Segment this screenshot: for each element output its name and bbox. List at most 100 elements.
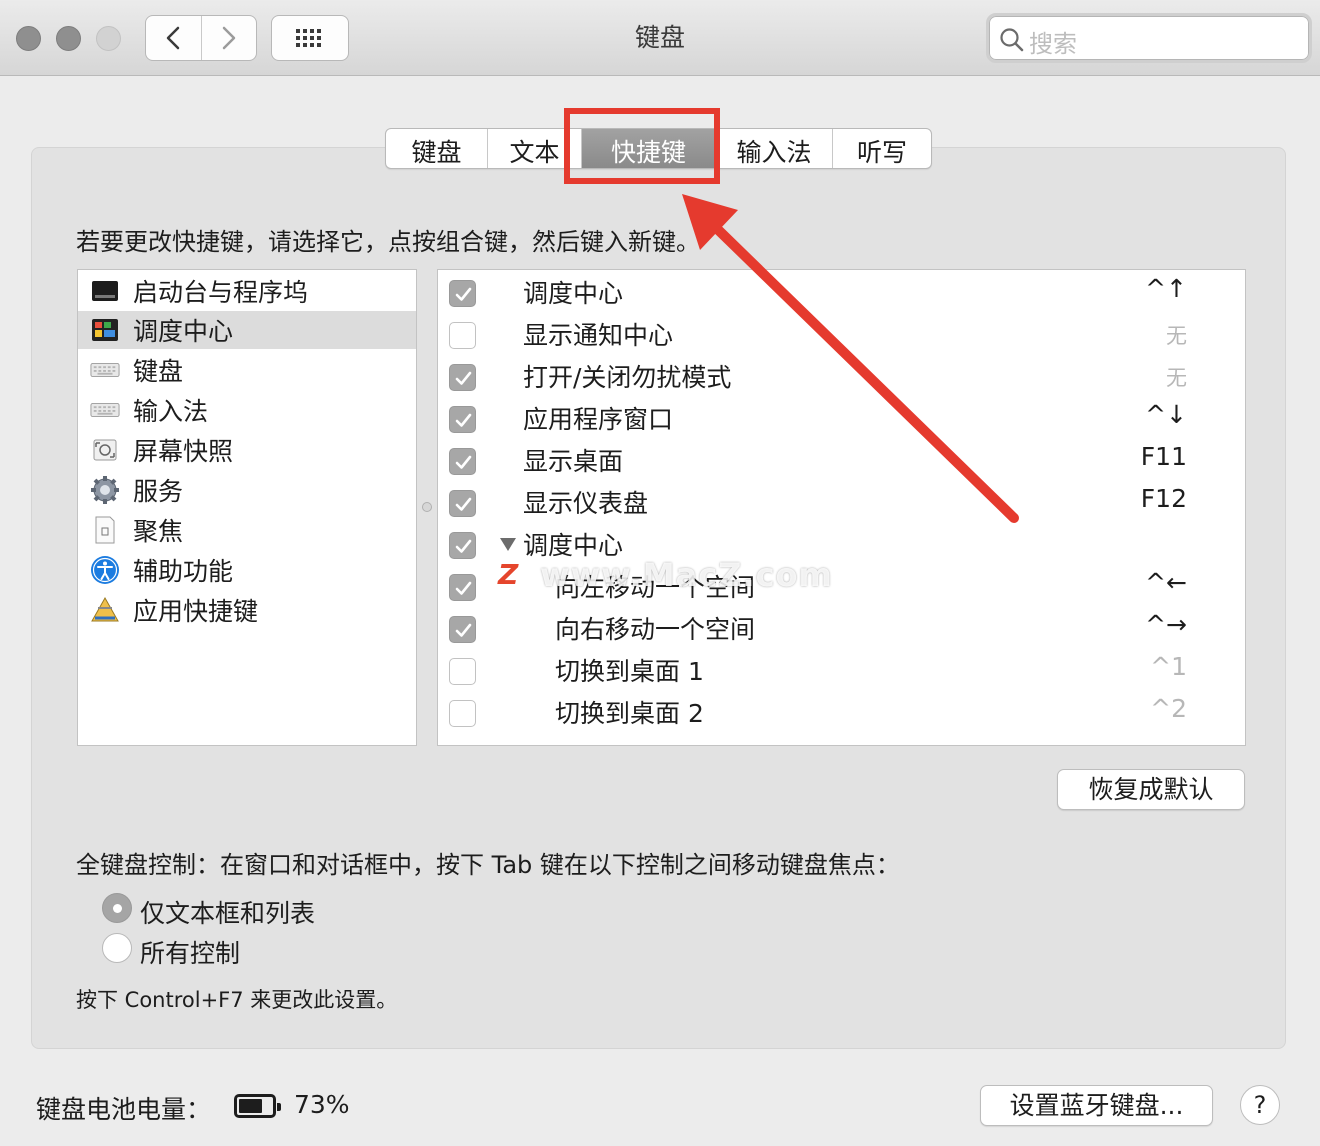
split-view-handle[interactable] xyxy=(422,502,432,512)
category-list[interactable]: 启动台与程序坞 调度中心 键盘 输入法 屏幕快照 服务 聚焦 辅助功能 应用快捷… xyxy=(77,269,417,746)
search-placeholder: 搜索 xyxy=(1029,30,1077,58)
category-item-input-sources[interactable]: 输入法 xyxy=(78,391,416,429)
shortcut-checkbox[interactable] xyxy=(449,448,476,475)
checkmark-icon xyxy=(455,497,472,511)
show-all-button[interactable] xyxy=(271,15,349,61)
navigation-buttons xyxy=(145,15,257,61)
keyboard-icon xyxy=(90,355,120,385)
checkmark-icon xyxy=(455,287,472,301)
shortcut-row[interactable]: 打开/关闭勿扰模式 无 xyxy=(438,354,1245,396)
instruction-text: 若要更改快捷键，请选择它，点按组合键，然后键入新键。 xyxy=(76,228,700,256)
shortcut-label: 调度中心 xyxy=(523,279,624,308)
checkmark-icon xyxy=(455,581,472,595)
title-bar: 键盘 搜索 xyxy=(0,0,1320,76)
shortcut-row[interactable]: 向右移动一个空间 ^→ xyxy=(438,606,1245,648)
shortcut-row[interactable]: 显示通知中心 无 xyxy=(438,312,1245,354)
battery-nub xyxy=(277,1103,281,1111)
shortcut-key[interactable]: ^→ xyxy=(1145,610,1187,639)
shortcut-checkbox[interactable] xyxy=(449,322,476,349)
radio-all-controls[interactable] xyxy=(102,933,132,963)
input-method-icon xyxy=(90,395,120,425)
category-label: 键盘 xyxy=(133,357,184,386)
shortcut-label: 显示通知中心 xyxy=(523,321,674,350)
accessibility-icon xyxy=(90,555,120,585)
shortcut-checkbox[interactable] xyxy=(449,616,476,643)
shortcut-label: 切换到桌面 2 xyxy=(555,699,704,728)
category-item-keyboard[interactable]: 键盘 xyxy=(78,351,416,389)
shortcut-row[interactable]: 切换到桌面 2 ^2 xyxy=(438,690,1245,732)
shortcut-key[interactable]: ^1 xyxy=(1150,652,1187,681)
shortcut-label: 应用程序窗口 xyxy=(523,405,674,434)
shortcut-key[interactable]: F11 xyxy=(1141,442,1187,471)
shortcut-label: 打开/关闭勿扰模式 xyxy=(523,363,732,392)
category-item-screenshots[interactable]: 屏幕快照 xyxy=(78,431,416,469)
shortcut-label: 显示仪表盘 xyxy=(523,489,649,518)
shortcut-label: 显示桌面 xyxy=(523,447,624,476)
category-item-services[interactable]: 服务 xyxy=(78,471,416,509)
search-field[interactable]: 搜索 xyxy=(986,13,1312,63)
battery-icon xyxy=(234,1094,281,1118)
spotlight-icon xyxy=(90,515,120,545)
shortcut-key[interactable]: 无 xyxy=(1166,320,1187,350)
tab-input-sources[interactable]: 输入法 xyxy=(715,129,832,168)
setup-bluetooth-keyboard-button[interactable]: 设置蓝牙键盘... xyxy=(980,1085,1213,1126)
minimize-window-button[interactable] xyxy=(56,26,81,51)
window-title: 键盘 xyxy=(634,23,685,52)
tab-keyboard[interactable]: 键盘 xyxy=(386,129,487,168)
shortcut-checkbox[interactable] xyxy=(449,490,476,517)
checkmark-icon xyxy=(455,539,472,553)
category-label: 输入法 xyxy=(133,397,209,426)
services-gear-icon xyxy=(90,475,120,505)
shortcut-key[interactable]: F12 xyxy=(1141,484,1187,513)
shortcut-checkbox[interactable] xyxy=(449,406,476,433)
radio-label: 仅文本框和列表 xyxy=(140,899,316,928)
category-label: 启动台与程序坞 xyxy=(133,278,309,307)
restore-defaults-button[interactable]: 恢复成默认 xyxy=(1057,769,1245,810)
shortcut-key[interactable]: ^↑ xyxy=(1145,274,1187,303)
shortcut-row[interactable]: 切换到桌面 1 ^1 xyxy=(438,648,1245,690)
category-label: 聚焦 xyxy=(133,517,184,546)
forward-button[interactable] xyxy=(200,16,257,60)
checkmark-icon xyxy=(455,455,472,469)
shortcut-label: 切换到桌面 1 xyxy=(555,657,704,686)
disclosure-triangle-icon[interactable] xyxy=(500,538,516,551)
shortcut-checkbox[interactable] xyxy=(449,700,476,727)
back-button[interactable] xyxy=(146,16,201,60)
shortcut-checkbox[interactable] xyxy=(449,532,476,559)
chevron-right-icon xyxy=(222,26,235,50)
help-button[interactable]: ? xyxy=(1240,1085,1280,1125)
app-shortcuts-icon xyxy=(90,595,120,625)
shortcut-row[interactable]: 调度中心 ^↑ xyxy=(438,270,1245,312)
close-window-button[interactable] xyxy=(16,26,41,51)
radio-text-boxes-and-lists[interactable] xyxy=(102,893,132,923)
zoom-window-button[interactable] xyxy=(96,26,121,51)
shortcut-checkbox[interactable] xyxy=(449,364,476,391)
launchpad-icon xyxy=(90,276,120,306)
category-label: 辅助功能 xyxy=(133,557,234,586)
shortcut-row[interactable]: 显示仪表盘 F12 xyxy=(438,480,1245,522)
screenshot-icon xyxy=(90,435,120,465)
category-item-accessibility[interactable]: 辅助功能 xyxy=(78,551,416,589)
checkmark-icon xyxy=(455,623,472,637)
shortcut-row[interactable]: 应用程序窗口 ^↓ xyxy=(438,396,1245,438)
checkmark-icon xyxy=(455,413,472,427)
watermark-logo: Z xyxy=(498,558,519,591)
category-item-spotlight[interactable]: 聚焦 xyxy=(78,511,416,549)
shortcut-checkbox[interactable] xyxy=(449,574,476,601)
tab-dictation[interactable]: 听写 xyxy=(832,129,931,168)
shortcut-label: 向右移动一个空间 xyxy=(555,615,756,644)
shortcut-key[interactable]: 无 xyxy=(1166,362,1187,392)
battery-percent: 73% xyxy=(294,1090,350,1119)
radio-label: 所有控制 xyxy=(140,939,241,968)
category-item-mission-control[interactable]: 调度中心 xyxy=(78,311,416,349)
shortcut-checkbox[interactable] xyxy=(449,280,476,307)
shortcut-key[interactable]: ^↓ xyxy=(1145,400,1187,429)
shortcut-key[interactable]: ^← xyxy=(1145,568,1187,597)
shortcut-list[interactable]: 调度中心 ^↑ 显示通知中心 无 打开/关闭勿扰模式 无 应用程序窗口 ^↓ 显… xyxy=(437,269,1246,746)
keyboard-hint-text: 按下 Control+F7 来更改此设置。 xyxy=(76,988,398,1012)
shortcut-checkbox[interactable] xyxy=(449,658,476,685)
shortcut-row[interactable]: 显示桌面 F11 xyxy=(438,438,1245,480)
shortcut-key[interactable]: ^2 xyxy=(1150,694,1187,723)
category-item-app-shortcuts[interactable]: 应用快捷键 xyxy=(78,591,416,629)
category-item-launchpad[interactable]: 启动台与程序坞 xyxy=(78,272,416,310)
